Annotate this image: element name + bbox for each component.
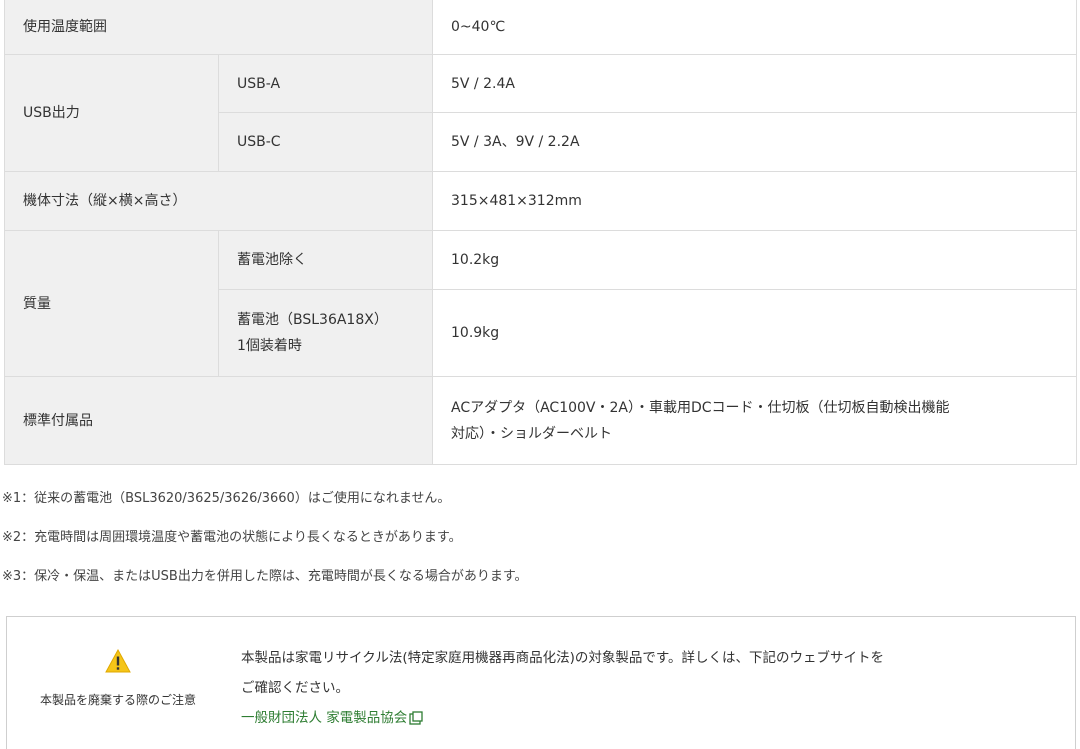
warning-icon [105, 649, 131, 673]
footnote-2: ※2：充電時間は周囲環境温度や蓄電池の状態により長くなるときがあります。 [2, 530, 462, 545]
operating-temp-value: 0~40℃ [432, 0, 1077, 55]
accessories-value-line2: 対応）・ショルダーベルト [451, 425, 612, 442]
footnote-3: ※3：保冷・保温、またはUSB出力を併用した際は、充電時間が長くなる場合がありま… [2, 569, 528, 584]
disposal-notice-header: 本製品を廃棄する際のご注意 [7, 617, 229, 749]
table-row: 質量 蓄電池除く 10.2kg [4, 230, 1077, 377]
footnote-1: ※1：従来の蓄電池（BSL3620/3625/3626/3660）はご使用になれ… [2, 491, 451, 506]
dimensions-label: 機体寸法（縦×横×高さ） [4, 171, 433, 231]
without-battery-value: 10.2kg [432, 230, 1077, 290]
disposal-link-row: 一般財団法人 家電製品協会 [241, 703, 1061, 733]
disposal-notice-body: 本製品は家電リサイクル法(特定家庭用機器再商品化法)の対象製品です。詳しくは、下… [241, 643, 1061, 733]
disposal-notice-label: 本製品を廃棄する際のご注意 [39, 693, 196, 707]
disposal-text-line1: 本製品は家電リサイクル法(特定家庭用機器再商品化法)の対象製品です。詳しくは、下… [241, 650, 885, 666]
external-link-icon [409, 711, 423, 725]
aeha-link-label: 一般財団法人 家電製品協会 [241, 710, 408, 726]
with-battery-label-line2: 1個装着時 [237, 338, 302, 354]
with-battery-label: 蓄電池（BSL36A18X） 1個装着時 [218, 289, 433, 377]
without-battery-label: 蓄電池除く [218, 230, 433, 290]
usb-a-value: 5V / 2.4A [432, 54, 1077, 113]
accessories-value: ACアダプタ（AC100V・2A）・車載用DCコード・仕切板（仕切板自動検出機能… [432, 376, 1077, 465]
usb-output-label: USB出力 [4, 54, 219, 172]
dimensions-value: 315×481×312mm [432, 171, 1077, 231]
disposal-notice: 本製品を廃棄する際のご注意 本製品は家電リサイクル法(特定家庭用機器再商品化法)… [6, 616, 1076, 749]
spec-table: 使用温度範囲 0~40℃ USB出力 USB-A 5V / 2.4A USB-C… [4, 0, 1077, 465]
operating-temp-label: 使用温度範囲 [4, 0, 433, 55]
accessories-label: 標準付属品 [4, 376, 433, 465]
usb-a-label: USB-A [218, 54, 433, 113]
disposal-text-line2: ご確認ください。 [241, 680, 349, 696]
table-row: 機体寸法（縦×横×高さ） 315×481×312mm [4, 171, 1077, 231]
aeha-link[interactable]: 一般財団法人 家電製品協会 [241, 710, 423, 726]
table-row: USB出力 USB-A 5V / 2.4A [4, 54, 1077, 172]
mass-label: 質量 [4, 230, 219, 377]
accessories-value-line1: ACアダプタ（AC100V・2A）・車載用DCコード・仕切板（仕切板自動検出機能 [451, 399, 950, 416]
usb-c-label: USB-C [218, 112, 433, 172]
usb-c-value: 5V / 3A、9V / 2.2A [432, 112, 1077, 172]
with-battery-label-line1: 蓄電池（BSL36A18X） [237, 312, 388, 328]
footnotes: ※1：従来の蓄電池（BSL3620/3625/3626/3660）はご使用になれ… [2, 486, 528, 603]
table-row: 標準付属品 ACアダプタ（AC100V・2A）・車載用DCコード・仕切板（仕切板… [4, 376, 1077, 465]
with-battery-value: 10.9kg [432, 289, 1077, 377]
table-row: 使用温度範囲 0~40℃ [4, 0, 1077, 55]
